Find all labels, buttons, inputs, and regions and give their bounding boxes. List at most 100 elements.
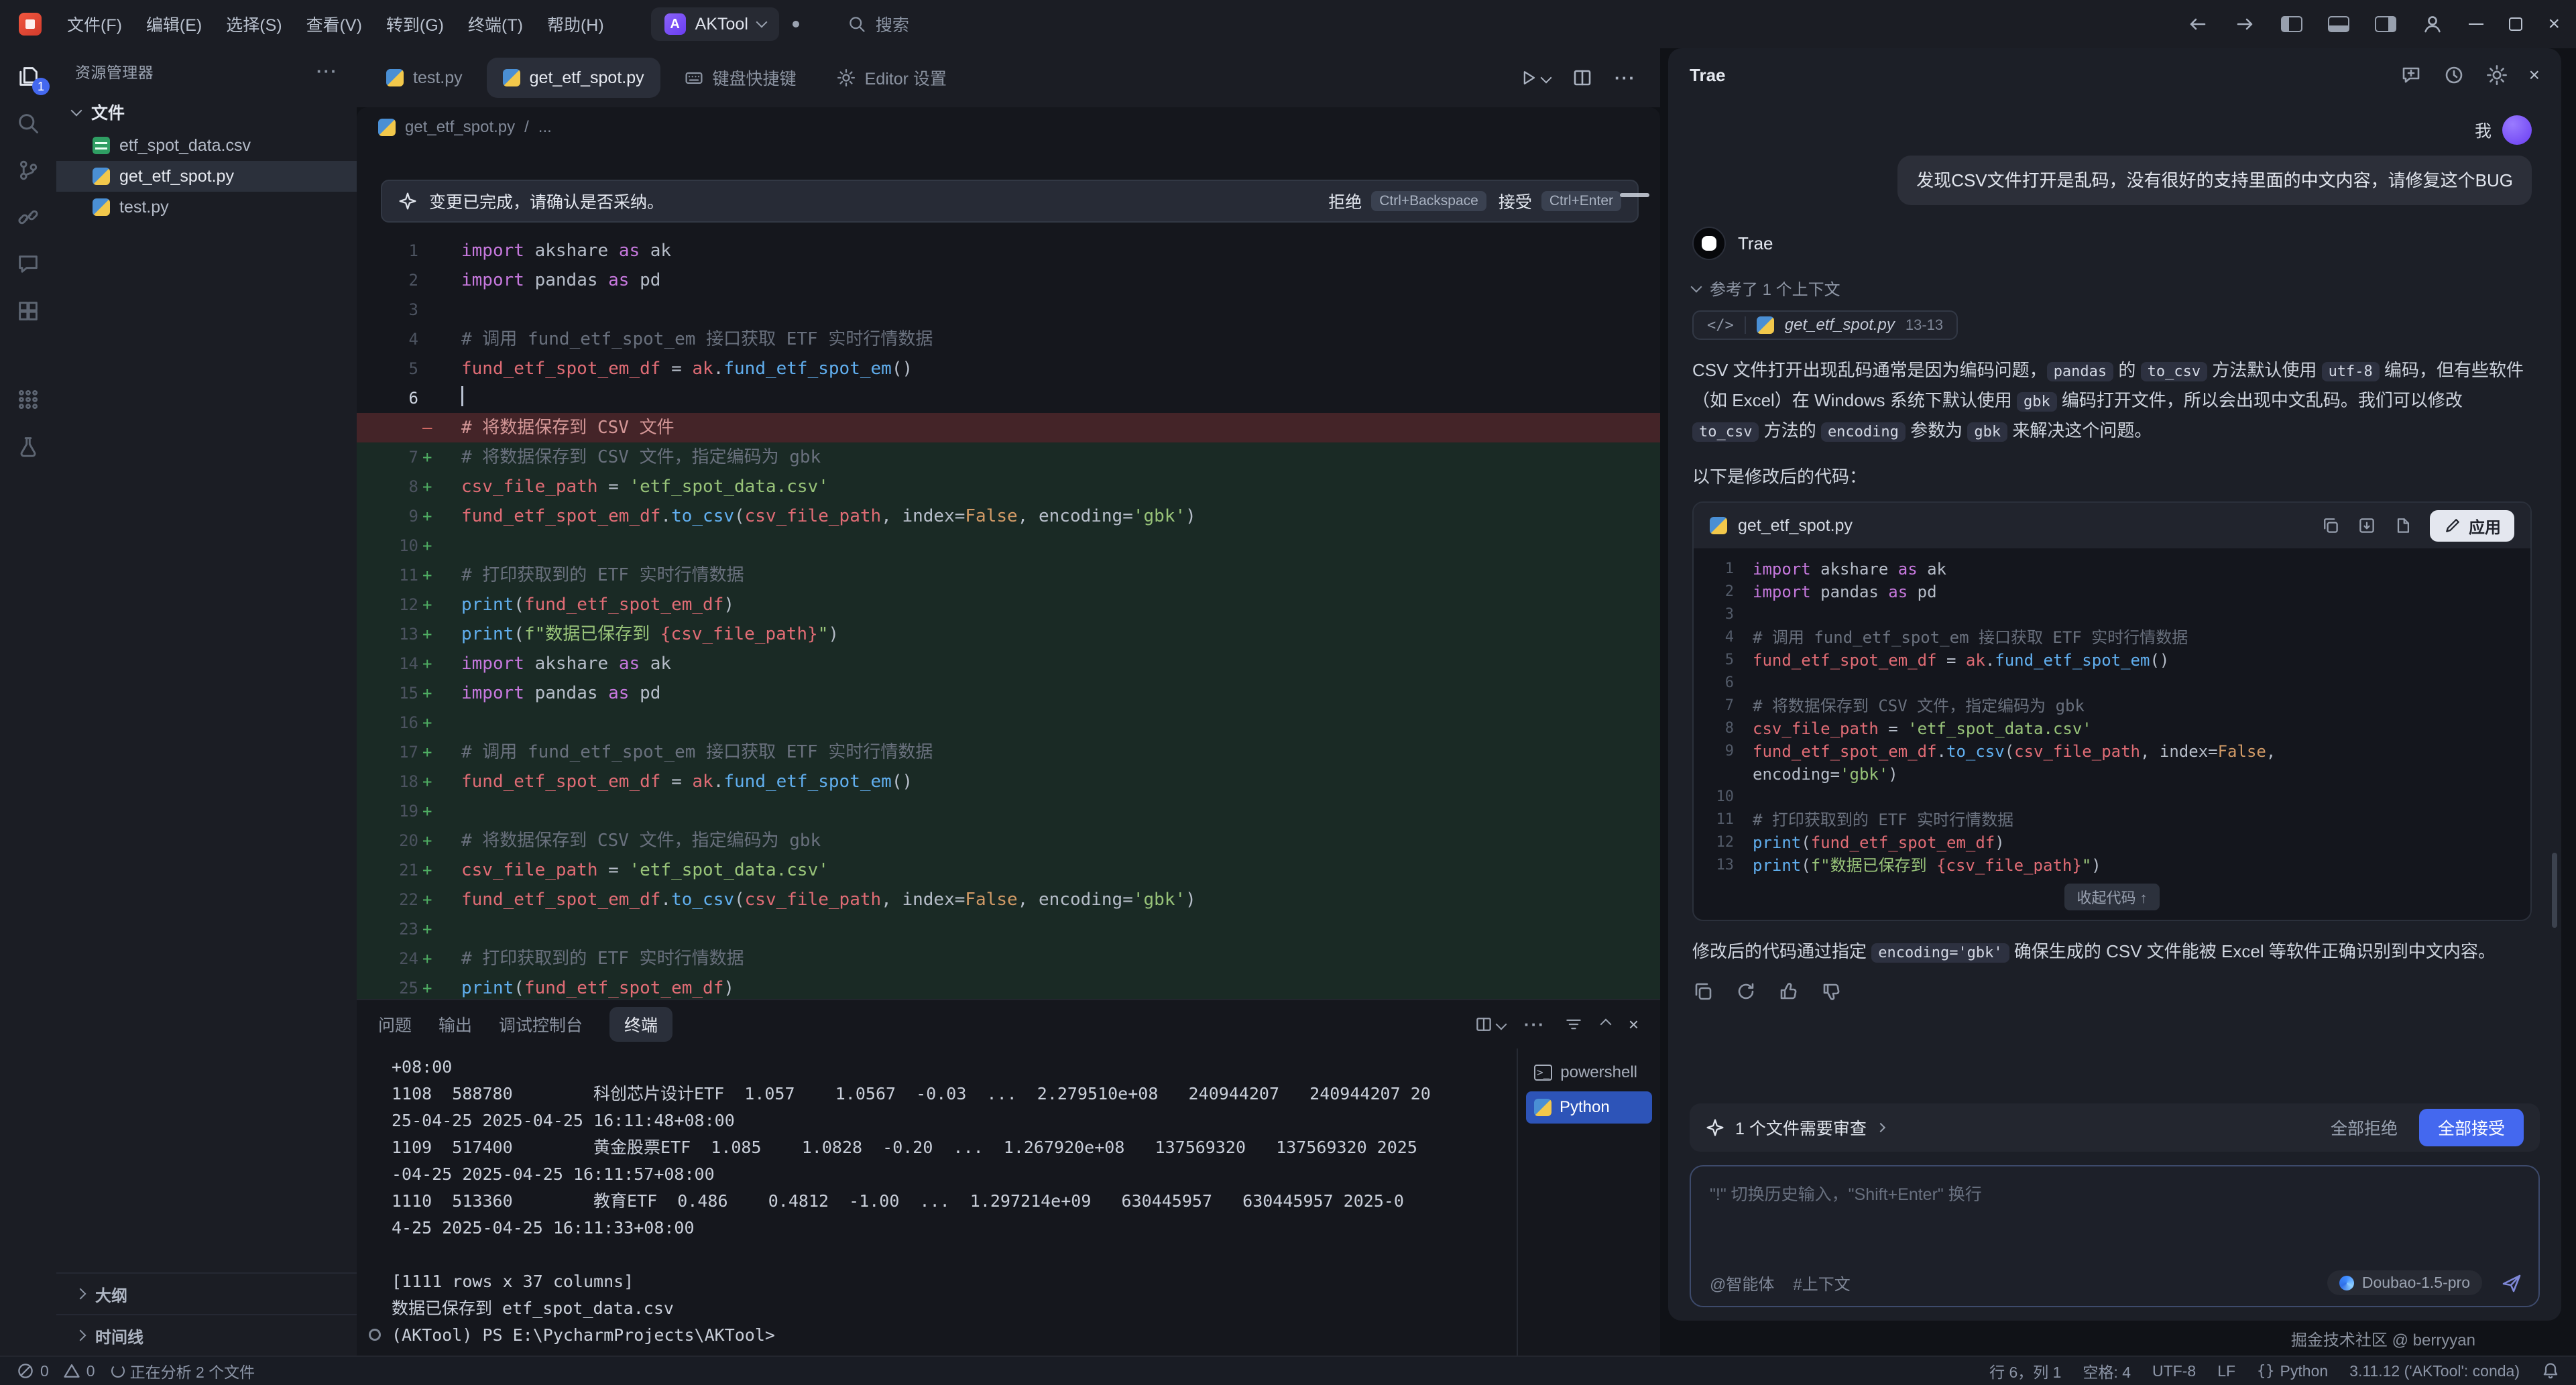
extensions-icon[interactable] (16, 299, 40, 323)
editor-tab[interactable]: 键盘快捷键 (668, 58, 813, 98)
terminal-line: -04-25 2025-04-25 16:11:57+08:00 (392, 1161, 1506, 1188)
panel-tab[interactable]: 问题 (378, 1012, 412, 1036)
python-interpreter[interactable]: 3.11.12 ('AKTool': conda) (2349, 1362, 2520, 1380)
apply-button[interactable]: 应用 (2430, 510, 2514, 542)
panel-tab[interactable]: 终端 (609, 1007, 672, 1042)
project-switcher[interactable]: A AKTool (651, 7, 779, 41)
context-hash-button[interactable]: #上下文 (1793, 1271, 1850, 1294)
copy-icon[interactable] (2321, 516, 2340, 535)
sidebar-more-icon[interactable]: ··· (316, 64, 338, 78)
maximize-button[interactable] (2509, 17, 2522, 31)
new-file-icon[interactable] (2394, 516, 2412, 535)
file-item[interactable]: etf_spot_data.csv (56, 130, 357, 161)
regenerate-icon[interactable] (1735, 981, 1757, 1002)
chat-scrollbar-thumb[interactable] (2552, 853, 2557, 928)
menu-item[interactable]: 终端(T) (456, 7, 535, 42)
eol-type[interactable]: LF (2217, 1362, 2235, 1380)
panel-more-icon[interactable]: ··· (1524, 1018, 1545, 1031)
code-editor[interactable]: 变更已完成，请确认是否采纳。 拒绝 Ctrl+Backspace 接受 Ctrl… (357, 147, 1660, 999)
terminal-shell-item[interactable]: Python (1526, 1091, 1652, 1124)
file-item[interactable]: get_etf_spot.py (56, 161, 357, 192)
toggle-panel-icon[interactable] (2328, 16, 2349, 32)
collapse-code-button[interactable]: 收起代码 ↑ (2064, 884, 2159, 910)
sparkle-icon (398, 192, 417, 210)
forward-icon[interactable] (2234, 13, 2256, 35)
agent-mention-button[interactable]: @智能体 (1710, 1271, 1774, 1294)
editor-tab[interactable]: test.py (370, 58, 479, 98)
settings-gear-icon[interactable] (2486, 64, 2508, 86)
breadcrumb[interactable]: get_etf_spot.py / ... (357, 107, 1660, 147)
reject-all-button[interactable]: 全部拒绝 (2331, 1116, 2398, 1140)
user-avatar[interactable] (2502, 115, 2532, 145)
apps-icon[interactable] (16, 387, 40, 412)
menu-item[interactable]: 转到(G) (374, 7, 456, 42)
new-chat-icon[interactable] (2400, 64, 2422, 86)
minimize-button[interactable] (2469, 23, 2483, 25)
encoding[interactable]: UTF-8 (2152, 1362, 2196, 1380)
split-terminal-button[interactable] (1474, 1015, 1505, 1034)
maximize-panel-icon[interactable] (1600, 1019, 1611, 1030)
terminal-line: 25-04-25 2025-04-25 16:11:48+08:00 (392, 1107, 1506, 1134)
app-logo[interactable] (19, 13, 42, 36)
file-item[interactable]: test.py (56, 192, 357, 223)
chat-code-line: 4# 调用 fund_etf_spot_em 接口获取 ETF 实时行情数据 (1694, 626, 2530, 649)
menu-item[interactable]: 帮助(H) (535, 7, 616, 42)
chat-icon[interactable] (16, 252, 40, 276)
bell-icon[interactable] (2541, 1362, 2560, 1380)
files-section-header[interactable]: 文件 (56, 94, 357, 130)
explorer-icon[interactable]: 1 (16, 64, 40, 88)
terminal-shell-item[interactable]: >_powershell (1526, 1057, 1652, 1089)
chat-input[interactable]: "!" 切换历史输入，"Shift+Enter" 换行 @智能体 #上下文 Do… (1690, 1165, 2540, 1307)
editor-more-icon[interactable]: ··· (1615, 71, 1636, 84)
accept-changes-button[interactable]: 接受 Ctrl+Enter (1499, 189, 1621, 213)
toggle-secondary-sidebar-icon[interactable] (2375, 16, 2396, 32)
model-selector[interactable]: Doubao-1.5-pro (2327, 1270, 2482, 1295)
thumbs-up-icon[interactable] (1778, 981, 1800, 1002)
history-icon[interactable] (2443, 64, 2465, 86)
search-sidebar-icon[interactable] (16, 111, 40, 135)
accept-all-button[interactable]: 全部接受 (2419, 1109, 2524, 1146)
back-icon[interactable] (2187, 13, 2209, 35)
cursor-position[interactable]: 行 6，列 1 (1989, 1360, 2061, 1382)
toggle-sidebar-icon[interactable] (2281, 16, 2302, 32)
panel-tab[interactable]: 调试控制台 (499, 1012, 583, 1036)
timeline-section[interactable]: 时间线 (56, 1314, 357, 1356)
global-search[interactable]: 搜索 (847, 12, 909, 36)
editor-tab[interactable]: get_etf_spot.py (487, 58, 660, 98)
reject-changes-button[interactable]: 拒绝 Ctrl+Backspace (1328, 189, 1486, 213)
editor-tab[interactable]: Editor 设置 (821, 58, 963, 98)
split-editor-icon[interactable] (1572, 67, 1593, 88)
remote-icon[interactable] (16, 205, 40, 229)
panel-filter-icon[interactable] (1564, 1015, 1583, 1034)
outline-section[interactable]: 大纲 (56, 1272, 357, 1314)
context-toggle[interactable]: 参考了 1 个上下文 (1692, 276, 2532, 300)
indentation[interactable]: 空格: 4 (2083, 1360, 2131, 1382)
code-line: 18+fund_etf_spot_em_df = ak.fund_etf_spo… (357, 767, 1660, 796)
send-icon[interactable] (2501, 1272, 2522, 1294)
menu-item[interactable]: 选择(S) (214, 7, 294, 42)
python-icon (1710, 517, 1727, 534)
menu-item[interactable]: 查看(V) (294, 7, 374, 42)
problems-indicator[interactable]: 0 0 (16, 1362, 95, 1380)
menu-item[interactable]: 编辑(E) (134, 7, 214, 42)
context-file-chip[interactable]: </> get_etf_spot.py 13-13 (1692, 310, 1958, 340)
close-button[interactable]: × (2548, 15, 2560, 34)
thumbs-down-icon[interactable] (1821, 981, 1842, 1002)
test-flask-icon[interactable] (16, 434, 40, 459)
terminal-output[interactable]: +08:001108 588780 科创芯片设计ETF 1.057 1.0567… (357, 1048, 1517, 1356)
chat-code-line: 9fund_etf_spot_em_df.to_csv(csv_file_pat… (1694, 740, 2530, 763)
account-icon[interactable] (2422, 13, 2443, 35)
language-mode[interactable]: {} Python (2257, 1362, 2328, 1380)
source-control-icon[interactable] (16, 158, 40, 182)
review-bar[interactable]: 1 个文件需要审查 全部拒绝 全部接受 (1690, 1103, 2540, 1152)
close-trae-icon[interactable]: × (2529, 66, 2540, 84)
close-panel-icon[interactable]: × (1629, 1015, 1639, 1034)
menu-item[interactable]: 文件(F) (55, 7, 134, 42)
copy-icon[interactable] (1692, 981, 1714, 1002)
chevron-down-icon (1691, 281, 1702, 292)
chat-thread[interactable]: 我 发现CSV文件打开是乱码，没有很好的支持里面的中文内容，请修复这个BUG T… (1668, 102, 2561, 1090)
insert-icon[interactable] (2357, 516, 2376, 535)
scrollbar-thumb[interactable] (1620, 193, 1649, 197)
run-button[interactable] (1519, 68, 1550, 87)
panel-tab[interactable]: 输出 (438, 1012, 472, 1036)
